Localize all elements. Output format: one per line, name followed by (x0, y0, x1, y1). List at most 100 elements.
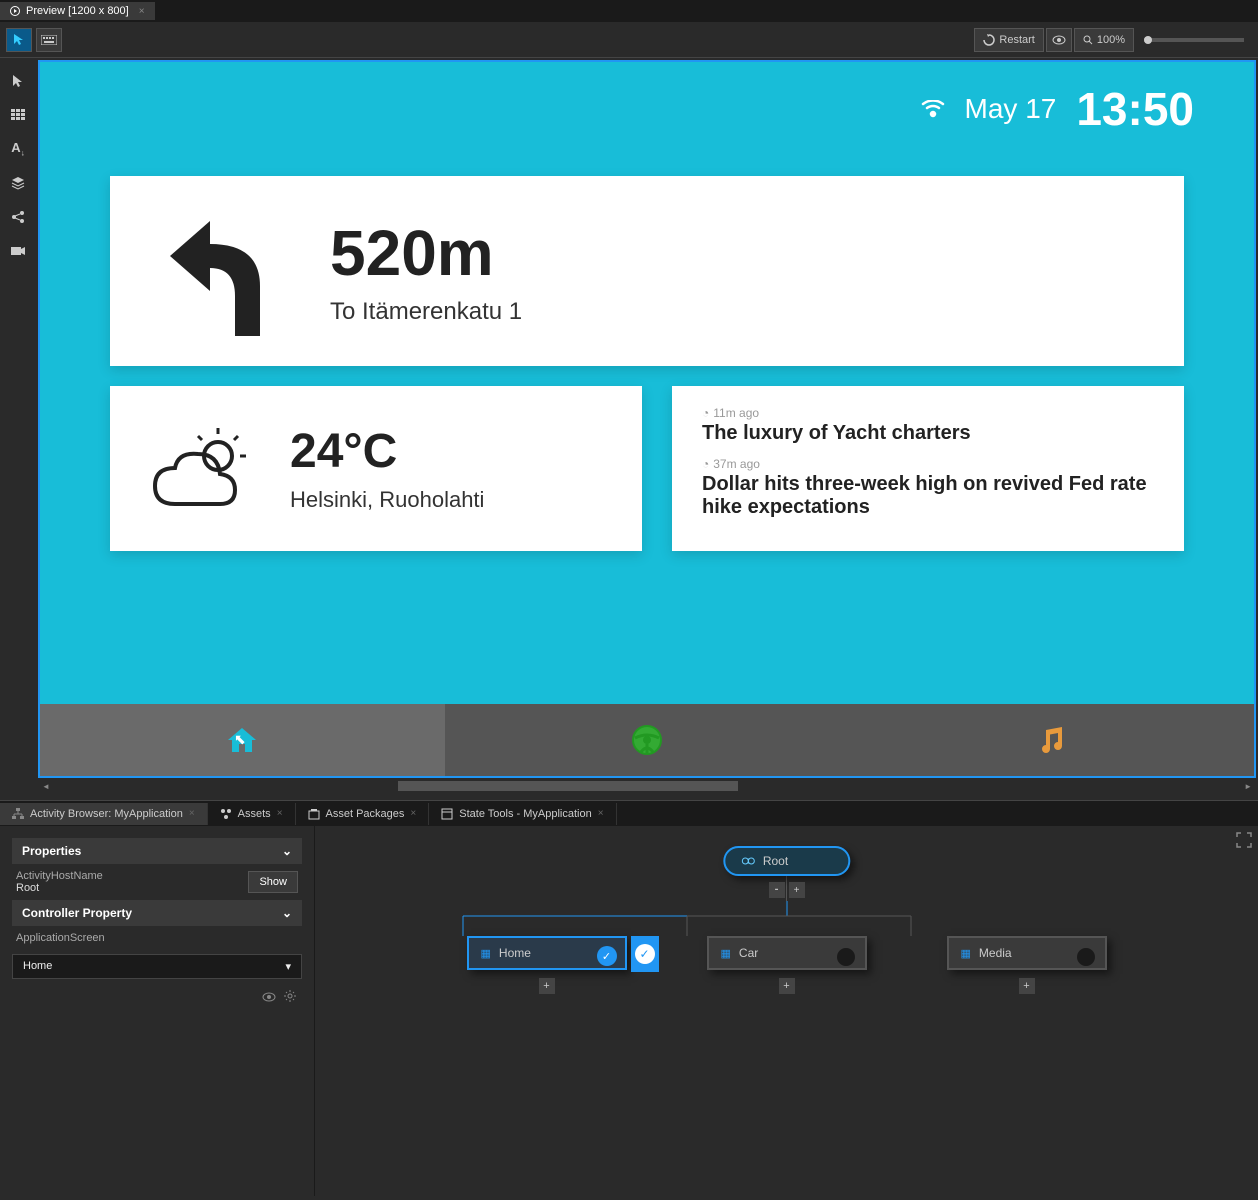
tab-state-tools[interactable]: State Tools - MyApplication × (429, 803, 616, 825)
status-dot (1077, 948, 1095, 966)
status-date: May 17 (965, 93, 1057, 125)
screen-icon: ▦ (481, 947, 491, 960)
app-screen-dropdown[interactable]: Home ▾ (12, 954, 302, 979)
root-label: Root (763, 854, 788, 868)
preview-canvas[interactable]: May 17 13:50 520m To Itämerenkatu 1 24°C… (38, 60, 1256, 778)
tab-title: Preview [1200 x 800] (26, 5, 129, 17)
pointer-tool[interactable] (6, 28, 32, 52)
state-node-car[interactable]: ▦ Car (707, 936, 867, 970)
nav-media[interactable] (849, 704, 1254, 776)
properties-header[interactable]: Properties ⌄ (12, 838, 302, 864)
close-icon[interactable]: × (189, 808, 195, 819)
tree-icon (12, 808, 24, 820)
tab-label: State Tools - MyApplication (459, 808, 591, 820)
news-item: ◔ 37m ago Dollar hits three-week high on … (702, 457, 1154, 519)
left-sidebar: A↓ (0, 58, 36, 800)
tab-label: Activity Browser: MyApplication (30, 808, 183, 820)
zoom-control[interactable]: 100% (1074, 28, 1134, 52)
package-icon (308, 808, 320, 820)
node-label: Car (739, 946, 758, 960)
clock-icon: ◔ (702, 406, 709, 420)
weather-icon (150, 424, 250, 514)
nav-distance: 520m (330, 216, 522, 290)
tab-label: Assets (238, 808, 271, 820)
close-icon[interactable]: × (598, 808, 604, 819)
news-title: The luxury of Yacht charters (702, 422, 1154, 445)
gear-icon[interactable] (284, 989, 296, 1007)
navigation-card: 520m To Itämerenkatu 1 (110, 176, 1184, 366)
steering-wheel-icon (631, 724, 663, 756)
collapse-button[interactable]: ⁃ (769, 882, 785, 898)
grid-tool-icon[interactable] (3, 100, 33, 130)
property-label: ActivityHostName (16, 870, 103, 882)
add-child-button[interactable]: + (539, 978, 555, 994)
eye-icon[interactable] (262, 989, 276, 1007)
controller-property-header[interactable]: Controller Property ⌄ (12, 900, 302, 926)
show-button[interactable]: Show (248, 871, 298, 893)
expand-icon[interactable] (1236, 832, 1252, 848)
weather-location: Helsinki, Ruoholahti (290, 487, 484, 513)
zoom-label: 100% (1097, 34, 1125, 46)
restart-label: Restart (999, 34, 1034, 46)
property-label: ApplicationScreen (16, 932, 105, 944)
chevron-down-icon: ⌄ (282, 906, 292, 920)
clock-icon: ◔ (702, 457, 709, 471)
state-node-media[interactable]: ▦ Media (947, 936, 1107, 970)
state-graph-panel[interactable]: Root ⁃ + ▦ Home ✓ ✓ + ▦ Car (314, 826, 1258, 1196)
share-tool-icon[interactable] (3, 202, 33, 232)
close-icon[interactable]: × (277, 808, 283, 819)
chevron-down-icon: ⌄ (282, 844, 292, 858)
add-button[interactable]: + (789, 882, 805, 898)
add-child-button[interactable]: + (1019, 978, 1035, 994)
check-icon: ✓ (597, 946, 617, 966)
cursor-icon: ⬉ (234, 731, 246, 748)
news-time: 11m ago (713, 406, 759, 420)
arrow-tool-icon[interactable] (3, 66, 33, 96)
nav-car[interactable] (445, 704, 850, 776)
screen-icon: ▦ (961, 947, 971, 960)
node-label: Home (499, 946, 531, 960)
state-node-home[interactable]: ▦ Home ✓ (467, 936, 627, 970)
active-indicator: ✓ (631, 936, 659, 972)
tab-label: Asset Packages (326, 808, 405, 820)
eye-button[interactable] (1046, 28, 1072, 52)
preview-area: May 17 13:50 520m To Itämerenkatu 1 24°C… (36, 58, 1258, 800)
weather-temp: 24°C (290, 424, 484, 479)
news-title: Dollar hits three-week high on revived F… (702, 473, 1154, 519)
horizontal-scrollbar[interactable] (38, 778, 1256, 794)
text-tool-icon[interactable]: A↓ (3, 134, 33, 164)
bottom-nav: ⬉ (40, 704, 1254, 776)
zoom-slider[interactable] (1144, 38, 1244, 42)
assets-icon (220, 808, 232, 820)
nav-destination: To Itämerenkatu 1 (330, 298, 522, 326)
wifi-icon (921, 100, 945, 118)
screen-icon: ▦ (721, 947, 731, 960)
close-icon[interactable]: × (410, 808, 416, 819)
node-label: Media (979, 946, 1012, 960)
news-item: ◔ 11m ago The luxury of Yacht charters (702, 406, 1154, 445)
root-node[interactable]: Root (723, 846, 850, 876)
close-icon[interactable]: × (139, 6, 145, 17)
property-value: Root (16, 882, 103, 894)
tab-preview[interactable]: Preview [1200 x 800] × (0, 2, 155, 20)
window-icon (441, 808, 453, 820)
bottom-tab-bar: Activity Browser: MyApplication × Assets… (0, 800, 1258, 826)
status-time: 13:50 (1076, 82, 1194, 136)
turn-left-icon (160, 206, 270, 336)
add-child-button[interactable]: + (779, 978, 795, 994)
music-icon (1036, 724, 1068, 756)
nav-home[interactable]: ⬉ (40, 704, 445, 776)
properties-panel: Properties ⌄ ActivityHostName Root Show … (0, 826, 314, 1196)
tab-activity-browser[interactable]: Activity Browser: MyApplication × (0, 803, 208, 825)
keyboard-tool[interactable] (36, 28, 62, 52)
news-card: ◔ 11m ago The luxury of Yacht charters ◔ 3… (672, 386, 1184, 551)
tab-asset-packages[interactable]: Asset Packages × (296, 803, 430, 825)
camera-tool-icon[interactable] (3, 236, 33, 266)
tab-assets[interactable]: Assets × (208, 803, 296, 825)
restart-button[interactable]: Restart (974, 28, 1043, 52)
weather-card: 24°C Helsinki, Ruoholahti (110, 386, 642, 551)
section-title: Properties (22, 844, 81, 858)
news-time: 37m ago (713, 457, 760, 471)
status-dot (837, 948, 855, 966)
layers-tool-icon[interactable] (3, 168, 33, 198)
